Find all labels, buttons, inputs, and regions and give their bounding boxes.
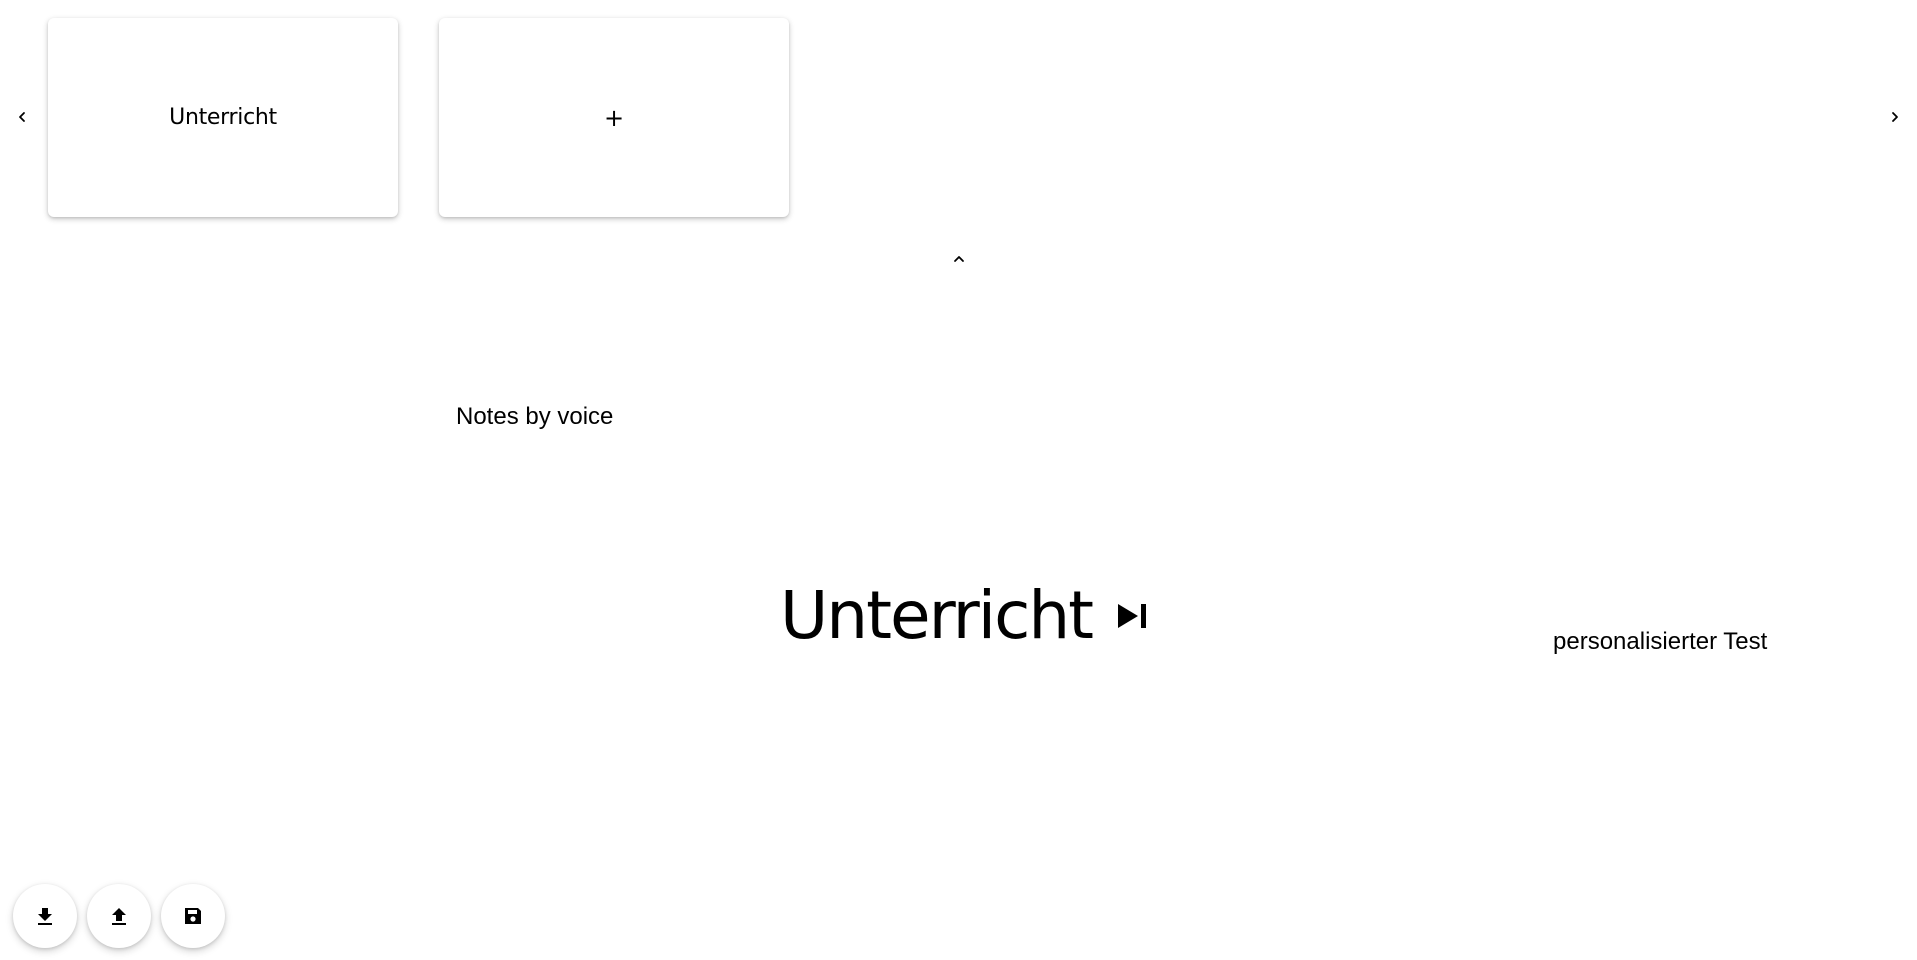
category-card-label: Unterricht bbox=[169, 105, 277, 130]
carousel-prev-button[interactable] bbox=[10, 103, 34, 131]
skip-next-button[interactable] bbox=[1114, 596, 1150, 636]
skip-next-icon bbox=[1118, 604, 1147, 628]
chevron-right-icon bbox=[1892, 112, 1898, 122]
chevron-up-icon bbox=[954, 256, 964, 262]
category-carousel: Unterricht + bbox=[0, 0, 1917, 262]
current-category-title: Unterricht bbox=[780, 577, 1094, 654]
collapse-carousel-button[interactable] bbox=[948, 249, 970, 269]
personalized-test-link[interactable]: personalisierter Test bbox=[1553, 628, 1767, 656]
carousel-next-button[interactable] bbox=[1883, 103, 1907, 131]
add-card-label: + bbox=[603, 103, 625, 132]
app-page: Unterricht + Notes by voice Unterricht p… bbox=[0, 0, 1917, 960]
current-category-heading: Unterricht bbox=[780, 578, 1150, 654]
category-card-unterricht[interactable]: Unterricht bbox=[48, 18, 398, 217]
add-category-card[interactable]: + bbox=[439, 18, 789, 217]
download-button[interactable] bbox=[13, 884, 77, 948]
chevron-left-icon bbox=[19, 112, 25, 122]
download-icon bbox=[38, 908, 52, 925]
save-icon bbox=[185, 908, 201, 924]
save-button[interactable] bbox=[161, 884, 225, 948]
notes-by-voice-label: Notes by voice bbox=[456, 403, 614, 430]
upload-icon bbox=[112, 908, 126, 925]
upload-button[interactable] bbox=[87, 884, 151, 948]
